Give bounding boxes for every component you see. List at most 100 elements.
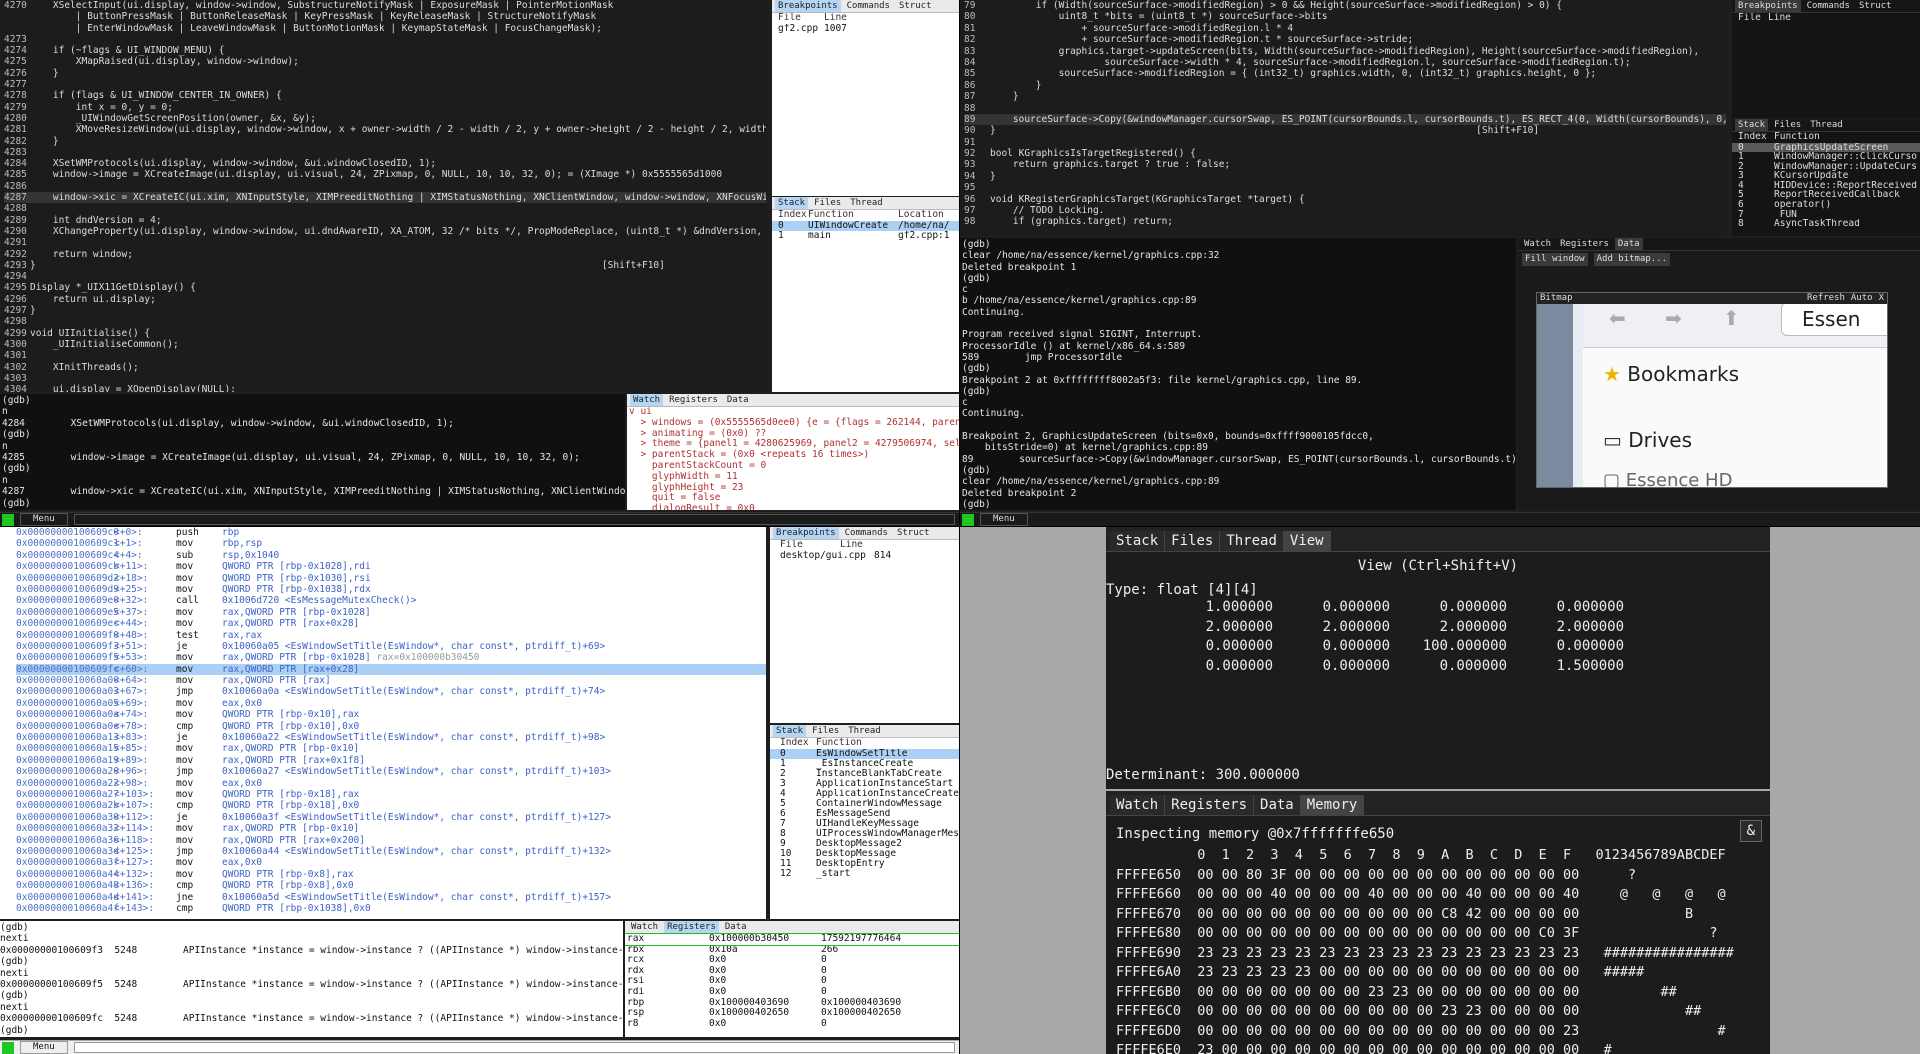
stack-row[interactable]: 6 EsMessageSend: [770, 809, 959, 819]
asm-line[interactable]: 0x0000000010060a36<+118>: mov rax,QWORD PT…: [16, 835, 766, 846]
tab-commands[interactable]: Commands: [1804, 0, 1853, 12]
asm-line[interactable]: 0x00000000100609d9<+25>: mov QWORD PTR [rb…: [16, 584, 766, 595]
tab-data[interactable]: Data: [722, 921, 750, 933]
stack-row[interactable]: 8 AsyncTaskThread: [1732, 219, 1920, 229]
tab-breakpoints[interactable]: Breakpoints: [773, 527, 839, 539]
breakpoint-row[interactable]: gf2.cpp 1007: [772, 24, 959, 35]
asm-line[interactable]: 0x0000000010060a27<+103>: mov QWORD PTR [r…: [16, 789, 766, 800]
stack-row[interactable]: 1 WindowManager::ClickCurso: [1732, 152, 1920, 162]
watch-item[interactable]: dialogResult = 0x0: [629, 503, 959, 510]
tab-watch[interactable]: Watch: [630, 394, 664, 406]
asm-line[interactable]: 0x0000000010060a2b<+107>: cmp QWORD PTR [r…: [16, 800, 766, 811]
tab-stack[interactable]: Stack: [1110, 531, 1166, 551]
tab-registers[interactable]: Registers: [1557, 238, 1612, 250]
asm-line[interactable]: 0x0000000010060a4f<+143>: cmp QWORD PTR [r…: [16, 903, 766, 914]
watch-tree[interactable]: v ui > windows = (0x5555565d0ee0) {e = {…: [627, 406, 959, 510]
stack-row[interactable]: 3 ApplicationInstanceStart: [770, 779, 959, 789]
register-row[interactable]: rsp 0x100000402650 0x100000402650: [625, 1008, 959, 1019]
tab-struct[interactable]: Struct: [1856, 0, 1895, 12]
asm-line[interactable]: 0x0000000010060a4d<+141>: jne 0x10060a5d <…: [16, 892, 766, 903]
source-code-view[interactable]: 79 if (Width(sourceSurface->modifiedRegi…: [960, 0, 1726, 236]
asm-line[interactable]: 0x0000000010060a32<+114>: mov rax,QWORD PT…: [16, 823, 766, 834]
add-bitmap-button[interactable]: Add bitmap...: [1593, 253, 1671, 266]
register-row[interactable]: rbx 0x10a 266: [625, 945, 959, 956]
tab-registers[interactable]: Registers: [664, 921, 719, 933]
gdb-console[interactable]: (gdb) clear /home/na/essence/kernel/graph…: [960, 238, 1516, 510]
close-bitmap-button[interactable]: X: [1879, 293, 1884, 304]
breakpoint-row[interactable]: desktop/gui.cpp 814: [770, 551, 959, 562]
menu-button[interactable]: Menu: [20, 1041, 68, 1054]
tab-files[interactable]: Files: [811, 197, 844, 209]
stack-row[interactable]: 2 WindowManager::UpdateCurs: [1732, 162, 1920, 172]
command-input[interactable]: [73, 1042, 955, 1053]
stack-row[interactable]: 0 UIWindowCreate/home/na/: [772, 220, 959, 231]
stack-row[interactable]: 7 UIHandleKeyMessage: [770, 819, 959, 829]
tab-view[interactable]: View: [1283, 531, 1331, 551]
tab-watch[interactable]: Watch: [1521, 238, 1554, 250]
asm-line[interactable]: 0x0000000010060a15<+85>: mov rax,QWORD PTR…: [16, 743, 766, 754]
register-row[interactable]: rsi 0x0 0: [625, 976, 959, 987]
stack-row[interactable]: 9 DesktopMessage2: [770, 839, 959, 849]
stack-row[interactable]: 4 ApplicationInstanceCreate: [770, 789, 959, 799]
asm-line[interactable]: 0x00000000100609d2<+18>: mov QWORD PTR [rb…: [16, 573, 766, 584]
tab-data[interactable]: Data: [1254, 795, 1301, 815]
tab-thread[interactable]: Thread: [845, 725, 884, 737]
stack-row[interactable]: 1 main gf2.cpp:1: [772, 231, 959, 242]
asm-line[interactable]: 0x0000000010060a13<+83>: je 0x10060a22 <Es…: [16, 732, 766, 743]
command-input[interactable]: [73, 514, 955, 525]
stack-row[interactable]: 4 HIDDevice::ReportReceived: [1732, 181, 1920, 191]
asm-line[interactable]: 0x0000000010060a20<+96>: jmp 0x10060a27 <E…: [16, 766, 766, 777]
asm-line[interactable]: 0x0000000010060a44<+132>: mov QWORD PTR [r…: [16, 869, 766, 880]
stack-row[interactable]: 5 ReportReceivedCallback: [1732, 190, 1920, 200]
asm-line[interactable]: 0x0000000010060a22<+98>: mov eax,0x0: [16, 778, 766, 789]
asm-line[interactable]: 0x0000000010060a19<+89>: mov rax,QWORD PTR…: [16, 755, 766, 766]
source-code-view[interactable]: 4270 XSelectInput(ui.display, window->wi…: [0, 0, 766, 392]
menu-button[interactable]: Menu: [980, 513, 1028, 526]
asm-line[interactable]: 0x00000000100609e0<+32>: call 0x1006d720 <…: [16, 595, 766, 606]
tab-commands[interactable]: Commands: [844, 0, 893, 12]
gdb-console[interactable]: (gdb) n 4284 XSetWMProtocols(ui.display, w…: [0, 394, 625, 510]
asm-line[interactable]: 0x0000000010060a30<+112>: je 0x10060a3f <E…: [16, 812, 766, 823]
refresh-button[interactable]: Refresh: [1807, 293, 1845, 304]
stack-row[interactable]: 12 _start: [770, 869, 959, 879]
stack-row[interactable]: 11 DesktopEntry: [770, 859, 959, 869]
asm-line[interactable]: 0x00000000100609c4<+4>: sub rsp,0x1040: [16, 550, 766, 561]
tab-struct[interactable]: Struct: [894, 527, 933, 539]
tab-registers[interactable]: Registers: [1165, 795, 1255, 815]
tab-stack[interactable]: Stack: [775, 197, 809, 209]
stack-row[interactable]: 0 GraphicsUpdateScreen: [1732, 142, 1920, 153]
stack-row[interactable]: 6 operator(): [1732, 200, 1920, 210]
tab-watch[interactable]: Watch: [628, 921, 661, 933]
asm-line[interactable]: 0x0000000010060a3d<+125>: jmp 0x10060a44 <…: [16, 846, 766, 857]
asm-line[interactable]: 0x0000000010060a0a<+74>: mov QWORD PTR [rb…: [16, 709, 766, 720]
stack-row[interactable]: 1 _EsInstanceCreate: [770, 759, 959, 769]
asm-line[interactable]: 0x0000000010060a0e<+78>: cmp QWORD PTR [rb…: [16, 721, 766, 732]
asm-line[interactable]: 0x00000000100609f5<+53>: mov rax,QWORD PTR…: [16, 652, 766, 663]
tab-thread[interactable]: Thread: [1220, 531, 1284, 551]
asm-line[interactable]: 0x00000000100609f3<+51>: je 0x10060a05 <Es…: [16, 641, 766, 652]
asm-line[interactable]: 0x00000000100609f0<+48>: test rax,rax: [16, 630, 766, 641]
asm-line[interactable]: 0x0000000010060a3f<+127>: mov eax,0x0: [16, 857, 766, 868]
tab-breakpoints[interactable]: Breakpoints: [1735, 0, 1801, 12]
stack-row[interactable]: 10 DesktopMessage: [770, 849, 959, 859]
gdb-console[interactable]: (gdb) nexti 0x00000000100609f3 5248 APIIns…: [0, 921, 623, 1037]
asm-line[interactable]: 0x00000000100609e5<+37>: mov rax,QWORD PTR…: [16, 607, 766, 618]
stack-row[interactable]: 2 InstanceBlankTabCreate: [770, 769, 959, 779]
watch-item[interactable]: > windows = (0x5555565d0ee0) {e = {flags…: [629, 417, 959, 429]
tab-registers[interactable]: Registers: [666, 394, 721, 406]
asm-line[interactable]: 0x00000000100609c0<+0>: push rbp: [16, 527, 766, 538]
fill-window-button[interactable]: Fill window: [1522, 253, 1588, 266]
asm-line[interactable]: 0x00000000100609cb<+11>: mov QWORD PTR [rb…: [16, 561, 766, 572]
tab-files[interactable]: Files: [1771, 119, 1804, 131]
asm-line[interactable]: 0x00000000100609c1<+1>: mov rbp,rsp: [16, 538, 766, 549]
tab-stack[interactable]: Stack: [1735, 119, 1769, 131]
tab-struct[interactable]: Struct: [896, 0, 935, 12]
register-row[interactable]: rdx 0x0 0: [625, 966, 959, 977]
address-of-button[interactable]: &: [1739, 820, 1762, 842]
asm-line[interactable]: 0x00000000100609ec<+44>: mov rax,QWORD PTR…: [16, 618, 766, 629]
asm-line[interactable]: 0x0000000010060a03<+67>: jmp 0x10060a0a <E…: [16, 686, 766, 697]
tab-files[interactable]: Files: [1165, 531, 1221, 551]
tab-thread[interactable]: Thread: [847, 197, 886, 209]
tab-thread[interactable]: Thread: [1807, 119, 1846, 131]
register-row[interactable]: rcx 0x0 0: [625, 955, 959, 966]
